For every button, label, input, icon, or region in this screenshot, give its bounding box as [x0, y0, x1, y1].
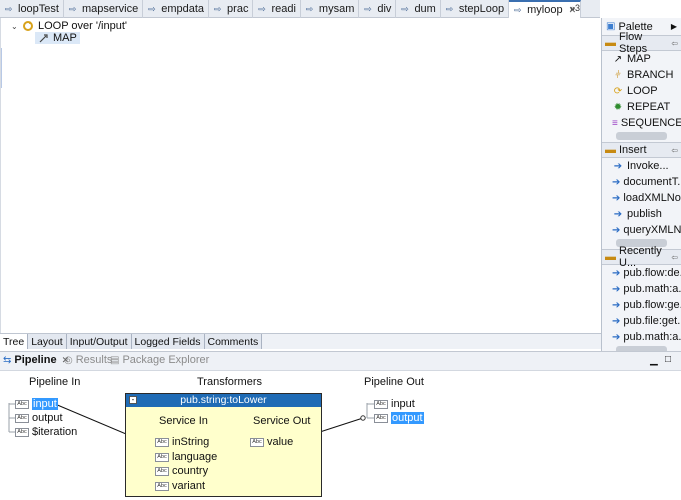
var-label: language: [172, 451, 218, 463]
var-label: input: [391, 398, 415, 410]
var-label: output: [32, 412, 63, 424]
string-icon: Abc: [15, 413, 29, 423]
service-out-var-value[interactable]: Abc value: [250, 436, 293, 448]
string-icon: Abc: [155, 452, 169, 462]
pipeline-in-var-input[interactable]: Abc input: [15, 398, 58, 410]
string-icon: Abc: [250, 437, 264, 447]
string-icon: Abc: [374, 413, 388, 423]
var-label: output: [391, 412, 424, 424]
var-label: inString: [172, 436, 210, 448]
service-in-title: Service In: [159, 415, 208, 427]
string-icon: Abc: [155, 466, 169, 476]
service-out-title: Service Out: [253, 415, 311, 427]
pipeline-out-var-input[interactable]: Abc input: [374, 398, 415, 410]
var-label: variant: [172, 480, 206, 492]
transformer-header[interactable]: - pub.string:toLower: [126, 394, 321, 407]
transformer-service-name: pub.string:toLower: [180, 394, 267, 406]
pipeline-connectors: [8, 401, 374, 487]
service-in-var-country[interactable]: Abc country: [155, 465, 208, 477]
pipeline-in-var-output[interactable]: Abc output: [15, 412, 63, 424]
pipeline-out-var-output[interactable]: Abc output: [374, 412, 424, 424]
string-icon: Abc: [15, 427, 29, 437]
pipeline-in-var-iteration[interactable]: Abc $iteration: [15, 426, 77, 438]
var-label: $iteration: [32, 426, 78, 438]
string-icon: Abc: [155, 437, 169, 447]
var-label: input: [32, 398, 58, 410]
service-in-var-language[interactable]: Abc language: [155, 451, 217, 463]
string-icon: Abc: [15, 399, 29, 409]
var-label: country: [172, 465, 209, 477]
collapse-button[interactable]: -: [129, 396, 137, 404]
string-icon: Abc: [155, 481, 169, 491]
service-in-var-variant[interactable]: Abc variant: [155, 480, 205, 492]
var-label: value: [267, 436, 294, 448]
string-icon: Abc: [374, 399, 388, 409]
service-in-var-instring[interactable]: Abc inString: [155, 436, 209, 448]
